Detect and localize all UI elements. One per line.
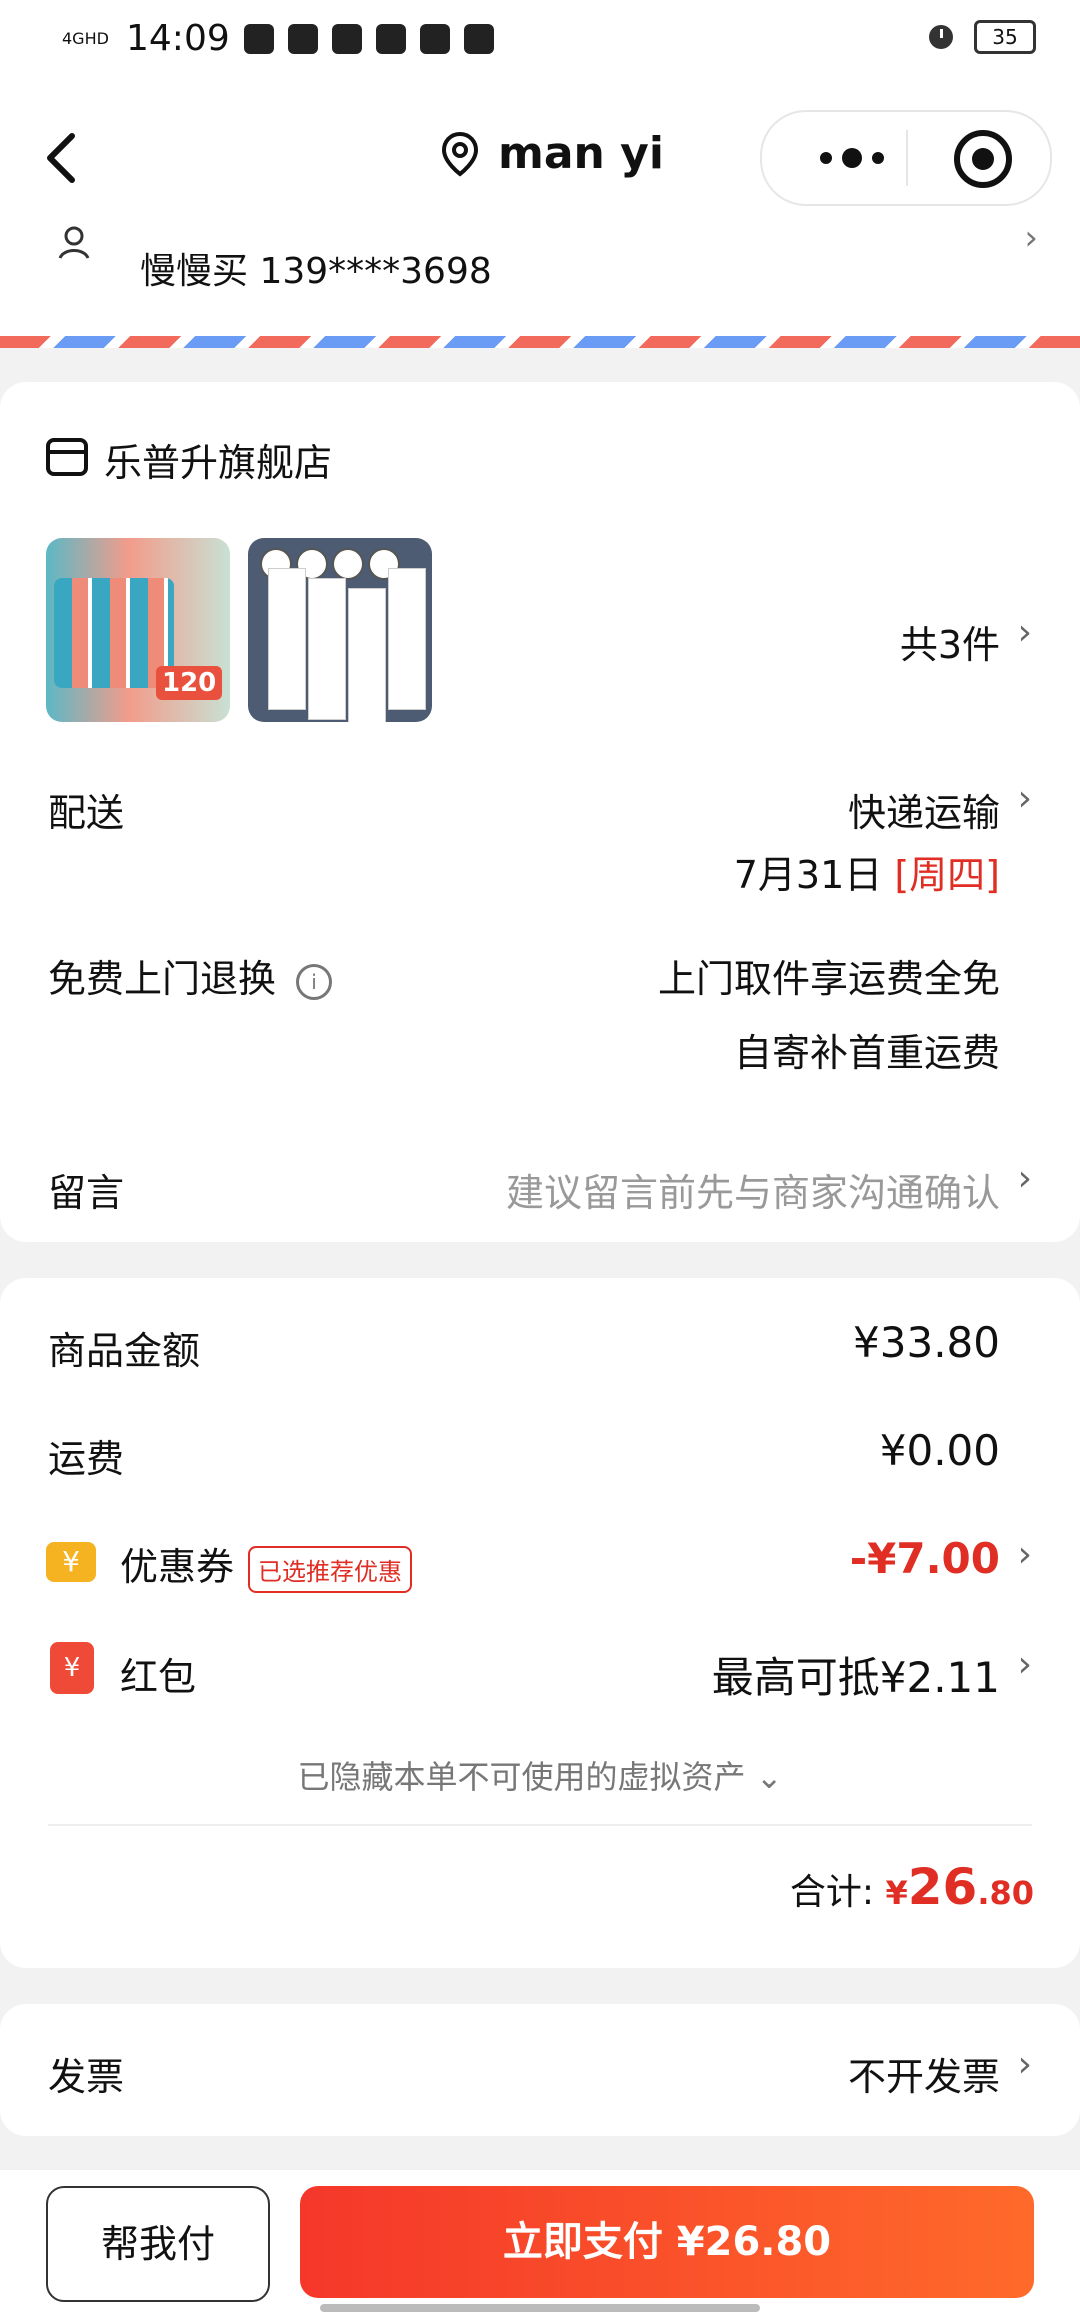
product-badge: 120: [156, 666, 223, 700]
chevron-left-icon: [47, 133, 75, 183]
help-me-pay-button[interactable]: 帮我付: [46, 2186, 270, 2302]
chevron-right-icon: ›: [1017, 1644, 1032, 1685]
message-label: 留言: [48, 1171, 125, 1215]
home-indicator[interactable]: [320, 2304, 760, 2312]
dot-icon: [872, 152, 884, 164]
chevron-right-icon: ›: [1017, 2044, 1032, 2085]
red-packet-value[interactable]: 最高可抵¥2.11: [712, 1644, 1000, 1705]
status-bar-left: 4GHD 14:09: [62, 18, 494, 59]
tiktok-icon: [463, 23, 494, 54]
app-notification-icon: [419, 23, 450, 54]
store-name[interactable]: 乐普升旗舰店: [104, 432, 332, 487]
status-time: 14:09: [126, 18, 230, 59]
goods-amount-label: 商品金额: [48, 1329, 201, 1373]
hidden-assets-toggle[interactable]: 已隐藏本单不可使用的虚拟资产 ⌄: [0, 1752, 1080, 1798]
chevron-right-icon: ›: [1017, 612, 1032, 653]
price-summary-card: 商品金额 ¥33.80 运费 ¥0.00 ¥ 优惠券 已选推荐优惠 -¥7.00 …: [0, 1278, 1080, 1968]
message-input[interactable]: 建议留言前先与商家沟通确认: [506, 1162, 1000, 1217]
coupon-value[interactable]: -¥7.00: [850, 1534, 1000, 1583]
chevron-right-icon: ›: [1017, 1158, 1032, 1199]
notebook-page: [348, 588, 386, 722]
shipping-label: 运费: [48, 1437, 125, 1481]
app-notification-icon: [287, 23, 318, 54]
red-packet-label: 红包: [120, 1655, 197, 1699]
back-button[interactable]: [34, 128, 94, 188]
coupon-icon: ¥: [46, 1542, 96, 1582]
delivery-date-line: 7月31日 [周四]: [734, 844, 1000, 899]
header-area: 4GHD 14:09 35 man yi 慢慢买 139****3698 ›: [0, 0, 1080, 348]
notebook-page: [268, 568, 306, 710]
dot-icon: [820, 152, 832, 164]
bottom-action-bar: 帮我付 立即支付 ¥26.80: [0, 2170, 1080, 2316]
address-icon: [54, 222, 94, 262]
dot-icon: [842, 148, 862, 168]
total-decimal: .80: [977, 1874, 1034, 1912]
info-icon[interactable]: i: [296, 963, 333, 1000]
status-bar-right: 35: [924, 18, 1036, 56]
coupon-label-line: 优惠券 已选推荐优惠: [120, 1536, 413, 1593]
item-count[interactable]: 共3件: [900, 614, 1000, 669]
capsule-divider: [906, 130, 908, 186]
notebook-page: [308, 578, 346, 720]
chevron-right-icon: ›: [1024, 218, 1038, 258]
notebook-page: [388, 568, 426, 710]
store-icon: [46, 438, 88, 476]
title-text: man yi: [498, 128, 664, 179]
returns-label-line: 免费上门退换 i: [48, 948, 333, 1003]
miniprogram-capsule: [760, 110, 1052, 206]
divider: [48, 1824, 1032, 1826]
delivery-date: 7月31日: [733, 853, 883, 897]
product-thumbnail[interactable]: [248, 538, 432, 722]
more-button[interactable]: [802, 138, 902, 178]
close-miniprogram-button[interactable]: [954, 130, 1012, 188]
page-title: man yi: [440, 128, 664, 179]
battery-indicator: 35: [974, 20, 1036, 54]
pay-now-button[interactable]: 立即支付 ¥26.80: [300, 2186, 1034, 2298]
coupon-tag: 已选推荐优惠: [248, 1546, 413, 1593]
red-packet-icon: ¥: [50, 1642, 94, 1694]
airmail-divider: [0, 336, 1080, 348]
app-notification-icon: [375, 23, 406, 54]
invoice-label: 发票: [48, 2055, 125, 2099]
coupon-label: 优惠券: [120, 1545, 235, 1589]
chevron-right-icon: ›: [1017, 1534, 1032, 1575]
invoice-value: 不开发票: [847, 2055, 1000, 2099]
product-thumbnail[interactable]: 120: [46, 538, 230, 722]
app-notification-icon: [243, 23, 274, 54]
delivery-method[interactable]: 快递运输: [848, 782, 1000, 837]
returns-line1: 上门取件享运费全免: [657, 957, 1000, 1001]
product-tag-icon: [332, 548, 364, 580]
returns-line2: 自寄补首重运费: [733, 1031, 1000, 1075]
goods-amount-value: ¥33.80: [853, 1318, 1000, 1367]
invoice-card[interactable]: 发票 不开发票 ›: [0, 2004, 1080, 2136]
alarm-icon: [924, 18, 958, 56]
delivery-label: 配送: [48, 791, 125, 835]
returns-label: 免费上门退换: [48, 957, 277, 1001]
signal-indicator: 4GHD: [62, 28, 109, 48]
play-icon: [331, 23, 362, 54]
total-line: 合计: ¥26.80: [790, 1858, 1034, 1916]
nav-bar: man yi: [0, 108, 1080, 208]
order-card: 乐普升旗舰店 120 共3件 › 配送 快递运输 › 7月31日 [周四] 免费…: [0, 382, 1080, 1242]
shipping-value: ¥0.00: [879, 1426, 1000, 1475]
location-pin-icon: [441, 131, 479, 177]
total-label: 合计:: [789, 1872, 874, 1913]
chevron-down-icon: ⌄: [755, 1758, 783, 1796]
total-currency: ¥: [885, 1874, 908, 1912]
address-contact[interactable]: 慢慢买 139****3698: [140, 242, 492, 294]
total-integer: 26: [907, 1858, 978, 1916]
delivery-weekday: [周四]: [894, 853, 1000, 897]
chevron-right-icon: ›: [1017, 778, 1032, 819]
hidden-assets-text: 已隐藏本单不可使用的虚拟资产: [297, 1758, 746, 1796]
